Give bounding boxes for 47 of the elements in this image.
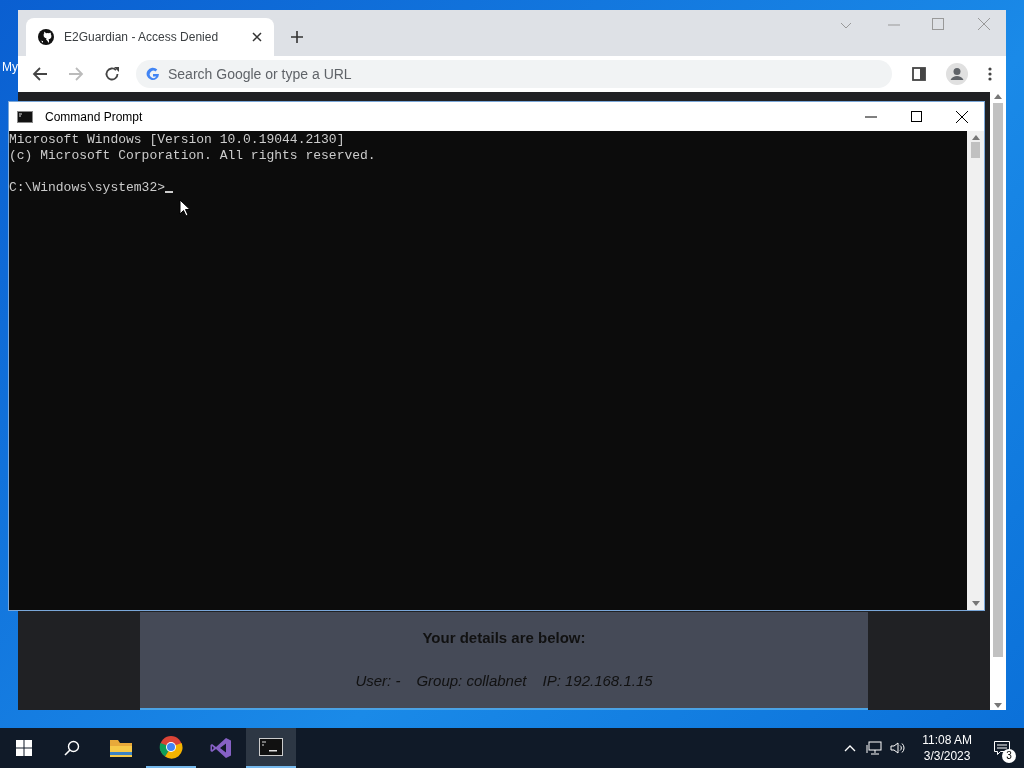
cat-logo-icon — [38, 29, 54, 45]
speaker-icon[interactable] — [890, 741, 907, 755]
desktop-icon-label: My — [2, 59, 18, 76]
text-cursor — [165, 191, 174, 193]
tab-title: E2Guardian - Access Denied — [64, 29, 220, 46]
infinity-icon — [209, 736, 233, 760]
scrollbar[interactable] — [967, 131, 984, 610]
back-icon[interactable] — [32, 66, 48, 82]
scroll-up-icon[interactable] — [994, 94, 1002, 99]
chrome-icon — [159, 735, 183, 759]
scroll-up-icon[interactable] — [971, 135, 980, 140]
new-tab-icon[interactable] — [290, 30, 304, 44]
address-bar[interactable]: Search Google or type a URL — [136, 60, 892, 88]
notification-count: 3 — [1002, 749, 1016, 763]
console-line: (c) Microsoft Corporation. All rights reserved. — [9, 148, 376, 164]
g-logo-icon — [146, 67, 160, 81]
chevron-up-icon[interactable] — [844, 744, 857, 752]
folder-icon — [109, 738, 133, 758]
scrollbar[interactable] — [990, 92, 1006, 710]
clock[interactable]: 11:08 AM 3/3/2023 — [914, 732, 980, 764]
taskbar-app[interactable] — [246, 728, 296, 768]
menu-icon[interactable] — [988, 67, 992, 81]
maximize-icon[interactable] — [911, 111, 922, 122]
scroll-thumb[interactable] — [971, 142, 980, 158]
network-icon[interactable] — [866, 741, 883, 755]
console-prompt: C:\Windows\system32> — [9, 180, 166, 196]
windows-logo-icon — [16, 740, 32, 756]
profile-icon[interactable] — [946, 63, 968, 85]
terminal-icon — [259, 738, 283, 756]
detail-text: User: - — [355, 670, 401, 691]
minimize-icon[interactable] — [865, 115, 877, 118]
close-icon[interactable] — [956, 110, 968, 123]
mouse-pointer-icon — [179, 199, 191, 217]
detail-text: IP: 192.168.1.15 — [542, 670, 653, 691]
scroll-thumb[interactable] — [993, 103, 1003, 657]
terminal-icon — [17, 110, 33, 123]
browser-tab[interactable]: E2Guardian - Access Denied — [26, 18, 274, 56]
details-heading: Your details are below: — [422, 628, 586, 648]
search-icon — [64, 740, 80, 756]
side-panel-icon[interactable] — [912, 67, 926, 81]
scroll-down-icon[interactable] — [971, 601, 980, 606]
close-icon[interactable] — [252, 32, 262, 42]
detail-text: Group: collabnet — [416, 670, 527, 691]
console-line: Microsoft Windows [Version 10.0.19044.2130] — [9, 132, 345, 148]
scroll-down-icon[interactable] — [994, 703, 1002, 708]
window-title: Command Prompt — [45, 108, 144, 126]
reload-icon[interactable] — [104, 66, 120, 82]
